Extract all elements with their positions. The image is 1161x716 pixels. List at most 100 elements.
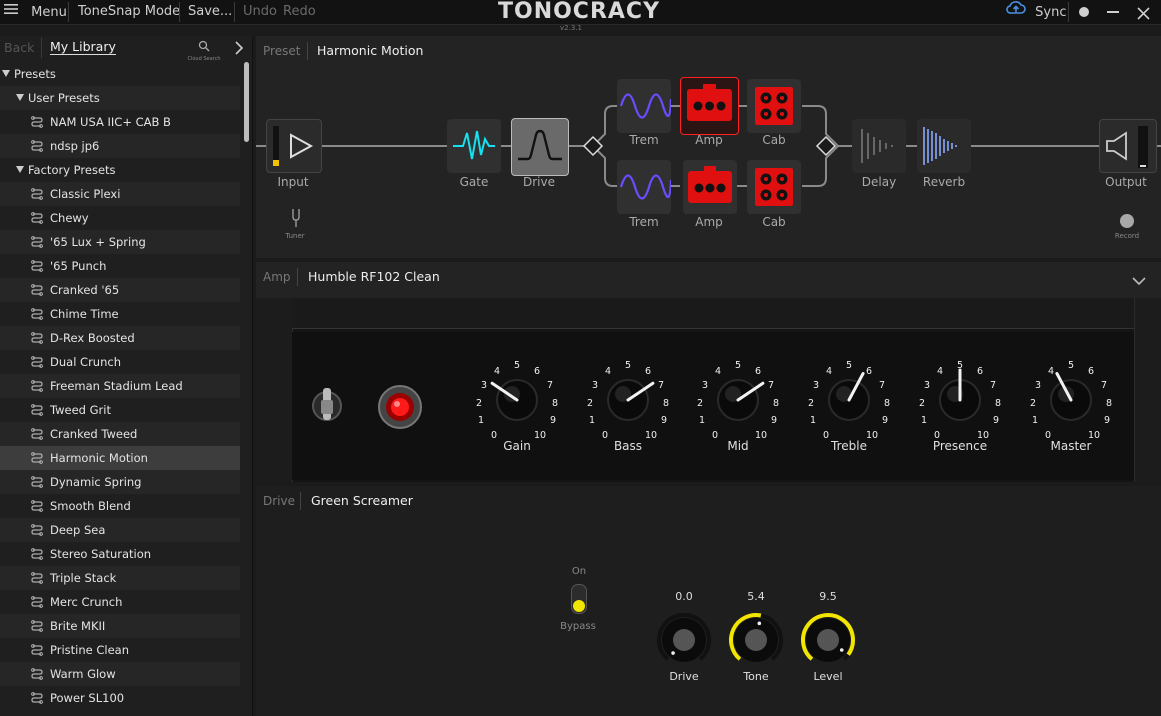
- redo-button[interactable]: Redo: [283, 0, 316, 24]
- knob-scale-label: 1: [589, 415, 595, 426]
- preset-name-label: Dual Crunch: [50, 355, 121, 369]
- knob-bass[interactable]: [607, 379, 655, 421]
- record-status-icon[interactable]: [1079, 7, 1089, 17]
- list-item[interactable]: Cranked Tweed: [0, 422, 240, 446]
- list-item[interactable]: Stereo Saturation: [0, 542, 240, 566]
- output-block[interactable]: [1099, 119, 1157, 173]
- list-item[interactable]: Deep Sea: [0, 518, 240, 542]
- sidebar-scrollbar[interactable]: [244, 62, 249, 142]
- amp-model-name[interactable]: Humble RF102 Clean: [308, 269, 440, 284]
- list-item[interactable]: Triple Stack: [0, 566, 240, 590]
- delay-block[interactable]: [852, 119, 906, 173]
- menu-button[interactable]: Menu: [4, 0, 67, 24]
- preset-name-label: Classic Plexi: [50, 187, 121, 201]
- record-button[interactable]: [1120, 214, 1134, 228]
- minimize-icon[interactable]: [1107, 11, 1119, 13]
- save-button[interactable]: Save...: [188, 0, 232, 24]
- knob-master[interactable]: [1050, 372, 1092, 421]
- preset-name-label: Chewy: [50, 211, 89, 225]
- chevron-down-icon[interactable]: [1132, 271, 1146, 290]
- knob-presence[interactable]: [939, 368, 981, 421]
- cab-block-bottom[interactable]: [747, 160, 801, 214]
- cabinet-icon: [755, 87, 793, 125]
- tuning-fork-icon: [292, 209, 300, 227]
- knob-scale-label: 1: [810, 415, 816, 426]
- knob-scale-label: 7: [1101, 380, 1107, 391]
- knob-scale-label: 0: [823, 430, 829, 441]
- list-item[interactable]: Warm Glow: [0, 662, 240, 686]
- list-item[interactable]: '65 Lux + Spring: [0, 230, 240, 254]
- list-item[interactable]: Pristine Clean: [0, 638, 240, 662]
- drive-knob-drive[interactable]: [657, 613, 711, 662]
- list-item[interactable]: ndsp jp6: [0, 134, 240, 158]
- back-button[interactable]: Back: [4, 40, 34, 55]
- preset-icon: [31, 260, 43, 272]
- drive-block[interactable]: [511, 118, 569, 176]
- list-item[interactable]: Smooth Blend: [0, 494, 240, 518]
- drive-knob-level[interactable]: [801, 613, 855, 662]
- knob-mid[interactable]: [717, 379, 765, 421]
- preset-icon: [31, 500, 43, 512]
- knob-scale-label: 10: [755, 430, 767, 441]
- preset-name-label: NAM USA IIC+ CAB B: [50, 115, 171, 129]
- list-item[interactable]: Harmonic Motion: [0, 446, 240, 470]
- tuner-button[interactable]: [286, 208, 306, 232]
- knob-gain[interactable]: [490, 379, 538, 421]
- factory-presets-folder[interactable]: Factory Presets: [0, 158, 240, 182]
- list-item[interactable]: Brite MKII: [0, 614, 240, 638]
- input-block[interactable]: [266, 119, 322, 173]
- list-item[interactable]: Freeman Stadium Lead: [0, 374, 240, 398]
- list-item[interactable]: Cranked '65: [0, 278, 240, 302]
- speaker-icon: [1106, 131, 1127, 161]
- close-icon[interactable]: [1137, 5, 1150, 24]
- cab-label-bottom: Cab: [762, 215, 786, 229]
- list-item[interactable]: Chewy: [0, 206, 240, 230]
- preset-name-label: Cranked Tweed: [50, 427, 138, 441]
- amp-block-top[interactable]: [680, 77, 739, 135]
- list-item[interactable]: '65 Punch: [0, 254, 240, 278]
- knob-scale-label: 9: [993, 415, 999, 426]
- drive-knob-tone[interactable]: [729, 613, 783, 662]
- list-item[interactable]: Chime Time: [0, 302, 240, 326]
- undo-button[interactable]: Undo: [243, 0, 277, 24]
- drive-knobs: 0.0 Drive 5.4 Tone 9.5 Level: [657, 590, 855, 683]
- amp-block-bottom[interactable]: [683, 160, 737, 214]
- knob-treble[interactable]: [828, 372, 870, 421]
- knob-scale-label: 8: [773, 398, 779, 409]
- knob-scale-label: 3: [1035, 380, 1041, 391]
- trem-label-top: Trem: [629, 133, 659, 147]
- tonesnap-mode-button[interactable]: ToneSnap Mode: [78, 0, 180, 24]
- reverb-block[interactable]: [917, 119, 971, 173]
- delay-label: Delay: [861, 175, 897, 189]
- list-item[interactable]: Power SL100: [0, 686, 240, 710]
- trem-block-bottom[interactable]: [617, 160, 673, 214]
- list-item[interactable]: Tweed Grit: [0, 398, 240, 422]
- list-item[interactable]: D-Rex Boosted: [0, 326, 240, 350]
- preset-name-label: Power SL100: [50, 691, 125, 705]
- record-label: Record: [1114, 232, 1140, 240]
- my-library-tab[interactable]: My Library: [50, 39, 116, 55]
- knob-indicator: [671, 651, 675, 655]
- preset-icon: [31, 380, 43, 392]
- trem-block-top[interactable]: [617, 79, 673, 133]
- list-item[interactable]: NAM USA IIC+ CAB B: [0, 110, 240, 134]
- knob-scale-label: 3: [481, 380, 487, 391]
- cab-block-top[interactable]: [747, 79, 801, 133]
- collapse-triangle-icon: [16, 94, 24, 101]
- amp-panel-label: Amp: [263, 270, 291, 284]
- gate-block[interactable]: [447, 119, 501, 173]
- preset-icon: [31, 140, 43, 152]
- list-item[interactable]: Merc Crunch: [0, 590, 240, 614]
- cloud-search-button[interactable]: Cloud Search: [185, 37, 223, 62]
- preset-name-label: Pristine Clean: [50, 643, 130, 657]
- list-item[interactable]: Dynamic Spring: [0, 470, 240, 494]
- list-item[interactable]: Dual Crunch: [0, 350, 240, 374]
- preset-icon: [31, 596, 43, 608]
- user-presets-folder[interactable]: User Presets: [0, 86, 240, 110]
- search-icon: [198, 40, 210, 52]
- presets-folder[interactable]: Presets: [0, 62, 240, 86]
- sync-button[interactable]: Sync: [1006, 0, 1066, 24]
- list-item[interactable]: Classic Plexi: [0, 182, 240, 206]
- chevron-right-icon[interactable]: [234, 40, 244, 59]
- input-meter: [273, 126, 279, 166]
